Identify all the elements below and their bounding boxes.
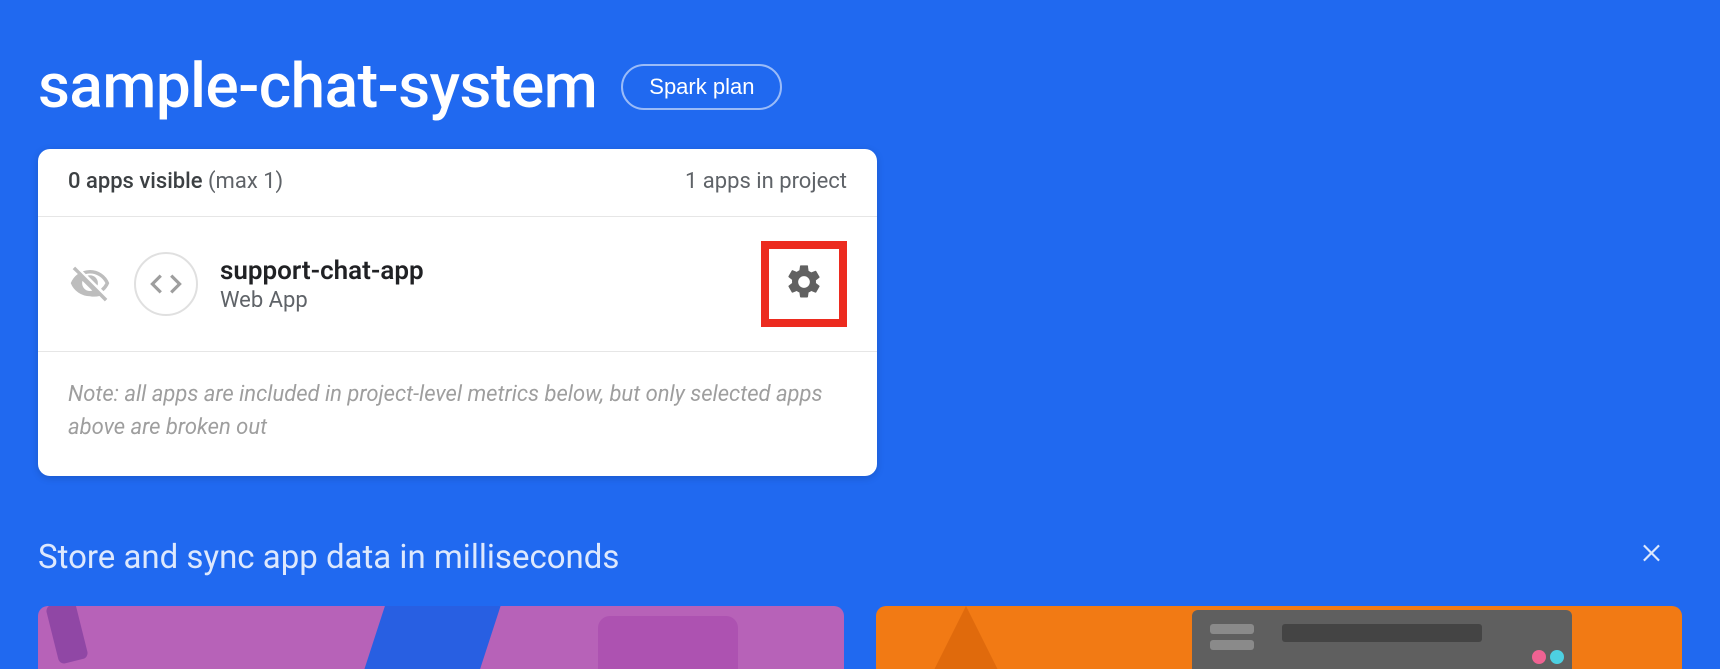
dismiss-section-button[interactable] [1630,536,1676,578]
app-name: support-chat-app [220,256,739,286]
apps-visible-max: (max 1) [208,169,283,194]
gear-icon [784,262,824,306]
web-app-icon [134,252,198,316]
project-title-row: sample-chat-system Spark plan [38,50,1682,123]
apps-project-count: 1 apps in project [685,169,847,194]
apps-card: 0 apps visible (max 1) 1 apps in project… [38,149,877,476]
apps-card-header: 0 apps visible (max 1) 1 apps in project [38,149,877,217]
app-settings-button[interactable] [761,241,847,327]
apps-visible-count: 0 apps visible [68,169,203,194]
promo-tile-2[interactable] [876,606,1682,669]
apps-card-note: Note: all apps are included in project-l… [38,352,877,476]
app-row[interactable]: support-chat-app Web App [38,217,877,352]
app-type: Web App [220,288,739,313]
promo-tile-1[interactable] [38,606,844,669]
section-title: Store and sync app data in milliseconds [38,538,619,577]
close-icon [1640,540,1666,573]
promo-tiles [38,606,1682,669]
apps-visible-label: 0 apps visible (max 1) [68,169,283,194]
plan-chip[interactable]: Spark plan [621,64,782,110]
visibility-off-icon[interactable] [68,262,112,306]
project-title: sample-chat-system [38,50,597,123]
